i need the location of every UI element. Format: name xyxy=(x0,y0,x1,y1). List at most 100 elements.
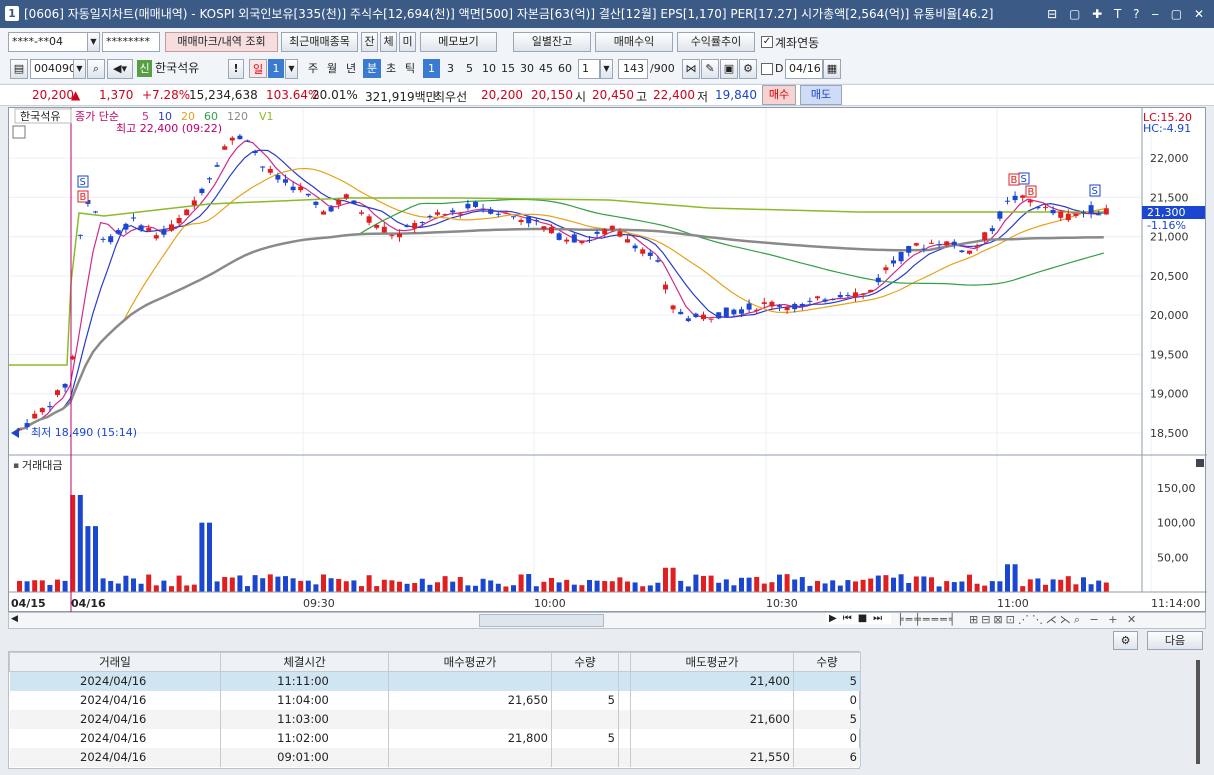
day-dropdown-icon[interactable]: ▼ xyxy=(285,59,298,79)
sound-icon[interactable]: ◀▾ xyxy=(107,59,133,79)
multiplier-dropdown-icon[interactable]: ▼ xyxy=(600,59,613,79)
grid-scrollbar[interactable] xyxy=(1196,660,1200,764)
table-row[interactable]: 2024/04/16 11:04:00 21,650 5 0 xyxy=(9,690,862,710)
sell-mark-icon[interactable]: S xyxy=(77,175,89,188)
candle xyxy=(799,304,805,307)
tab-unexecuted[interactable]: 미 xyxy=(399,32,416,52)
trade-profit-button[interactable]: 매매수익 xyxy=(595,32,673,52)
volume-close-icon[interactable] xyxy=(1196,459,1204,467)
buy-mark-icon[interactable]: B xyxy=(1025,185,1037,198)
trade-mark-query-button[interactable]: 매매마크/내역 조회 xyxy=(165,32,278,52)
grid-header-6[interactable]: 수량 xyxy=(792,652,862,672)
password-input[interactable]: ******** xyxy=(102,32,160,52)
grid-settings-gear-icon[interactable]: ⚙ xyxy=(1113,631,1138,650)
chart-scrollbar[interactable]: ◀ ▶⏮■⏭ ╞═╪═══╡ ⊞⊟⊠⊡⋰⋱⋌⋋⌕ − + ✕ xyxy=(8,612,1206,629)
grid-header-4[interactable] xyxy=(617,652,632,672)
code-dropdown-icon[interactable]: ▼ xyxy=(73,59,86,79)
interval-1[interactable]: 1 xyxy=(423,59,440,78)
count-input[interactable]: 143 xyxy=(618,59,648,79)
alert-icon[interactable]: ! xyxy=(228,59,244,79)
candle xyxy=(1012,195,1018,201)
draw-tool-icon[interactable]: ✎ xyxy=(701,59,719,79)
grid-header-0[interactable]: 거래일 xyxy=(9,652,221,672)
next-page-button[interactable]: 다음 xyxy=(1147,631,1203,650)
interval-5[interactable]: 5 xyxy=(461,59,478,78)
zoom-slider[interactable]: ╞═╪═══╡ xyxy=(897,613,957,626)
period-week[interactable]: 주 xyxy=(304,59,322,78)
volume-bar xyxy=(982,585,988,592)
svg-text:B: B xyxy=(1011,175,1018,186)
tab-executed[interactable]: 체 xyxy=(380,32,397,52)
interval-60[interactable]: 60 xyxy=(556,59,574,78)
volume-bar xyxy=(959,581,965,592)
indicator-icon[interactable]: ⋈ xyxy=(682,59,700,79)
account-input[interactable]: ****-**04 xyxy=(8,32,88,52)
table-row[interactable]: 2024/04/16 09:01:00 21,550 6 xyxy=(9,747,862,767)
period-month[interactable]: 월 xyxy=(323,59,341,78)
chart-canvas[interactable]: 22,000 21,500 21,000 20,500 20,000 19,500 19,0… xyxy=(9,108,1207,613)
drawing-tools-icons[interactable]: ⊞⊟⊠⊡⋰⋱⋌⋋⌕ − + ✕ xyxy=(969,613,1139,627)
candle xyxy=(222,146,228,150)
buy-button[interactable]: 매수 xyxy=(762,85,796,105)
interval-10[interactable]: 10 xyxy=(480,59,498,78)
sell-mark-icon[interactable]: S xyxy=(1018,172,1030,185)
date-checkbox[interactable] xyxy=(761,63,773,75)
grid-header-1[interactable]: 체결시간 xyxy=(219,652,390,672)
sell-button[interactable]: 매도 xyxy=(800,85,842,105)
interval-45[interactable]: 45 xyxy=(537,59,555,78)
period-day[interactable]: 일 xyxy=(249,59,267,78)
account-link-checkbox[interactable]: ✓ xyxy=(761,36,773,48)
multiplier-input[interactable]: 1 xyxy=(578,59,600,79)
stock-code-input[interactable]: 004090 xyxy=(30,59,74,79)
candle xyxy=(951,241,957,246)
price-tick: 20,000 xyxy=(1150,309,1189,322)
tab-balance[interactable]: 잔 xyxy=(361,32,378,52)
gear-icon[interactable]: ⚙ xyxy=(739,59,757,79)
price-chart-panel[interactable]: 22,000 21,500 21,000 20,500 20,000 19,500 19,0… xyxy=(8,107,1207,613)
date-input[interactable]: 04/16 xyxy=(785,59,823,79)
search-icon[interactable]: ⌕ xyxy=(87,59,105,79)
recent-trades-button[interactable]: 최근매매종목 xyxy=(281,32,358,52)
table-cell: 5 xyxy=(793,671,862,691)
grid-header-2[interactable]: 매수평균가 xyxy=(388,652,552,672)
candle xyxy=(959,250,965,253)
scroll-thumb[interactable] xyxy=(479,614,604,627)
table-row[interactable]: 2024/04/16 11:02:00 21,800 5 0 xyxy=(9,728,862,748)
period-minute[interactable]: 분 xyxy=(363,59,381,78)
grid-header-3[interactable]: 수량 xyxy=(550,652,619,672)
playback-controls[interactable]: ▶⏮■⏭ xyxy=(826,613,892,624)
candle xyxy=(123,223,129,230)
chart-type-icon[interactable]: ▤ xyxy=(10,59,28,79)
last-price-label: 21,300 xyxy=(1147,206,1186,219)
profit-trend-button[interactable]: 수익률추이 xyxy=(677,32,755,52)
day-select[interactable]: 1 xyxy=(268,59,284,78)
up-arrow-icon: ▲ xyxy=(71,88,81,102)
table-row[interactable]: 2024/04/16 11:11:00 21,400 5 xyxy=(9,671,862,691)
candle xyxy=(845,295,851,297)
buy-mark-icon[interactable]: B xyxy=(1008,173,1020,186)
volume-bar xyxy=(199,522,205,592)
candle xyxy=(754,309,760,311)
table-view-icon[interactable] xyxy=(12,125,26,139)
period-year[interactable]: 년 xyxy=(342,59,360,78)
period-tick[interactable]: 틱 xyxy=(401,59,419,78)
calendar-icon[interactable]: ▦ xyxy=(823,59,841,79)
volume-bar xyxy=(670,567,676,592)
scroll-left-icon[interactable]: ◀ xyxy=(11,614,18,624)
interval-3[interactable]: 3 xyxy=(442,59,459,78)
daily-balance-button[interactable]: 일별잔고 xyxy=(513,32,591,52)
buy-mark-icon[interactable]: B xyxy=(77,190,89,203)
memo-view-button[interactable]: 메모보기 xyxy=(420,32,497,52)
save-icon[interactable]: ▣ xyxy=(720,59,738,79)
window-controls[interactable]: ⊟ ▢ ✚ T ? ‒ ▢ ✕ xyxy=(1047,0,1208,28)
table-cell: 5 xyxy=(551,728,619,748)
period-second[interactable]: 초 xyxy=(382,59,400,78)
sell-mark-icon[interactable]: S xyxy=(1089,184,1101,197)
interval-30[interactable]: 30 xyxy=(518,59,536,78)
hc-label: HC:-4.91 xyxy=(1143,122,1191,135)
table-row[interactable]: 2024/04/16 11:03:00 21,600 5 xyxy=(9,709,862,729)
account-dropdown-icon[interactable]: ▼ xyxy=(87,32,100,52)
grid-header-5[interactable]: 매도평균가 xyxy=(630,652,794,672)
interval-15[interactable]: 15 xyxy=(499,59,517,78)
candle xyxy=(822,299,828,302)
